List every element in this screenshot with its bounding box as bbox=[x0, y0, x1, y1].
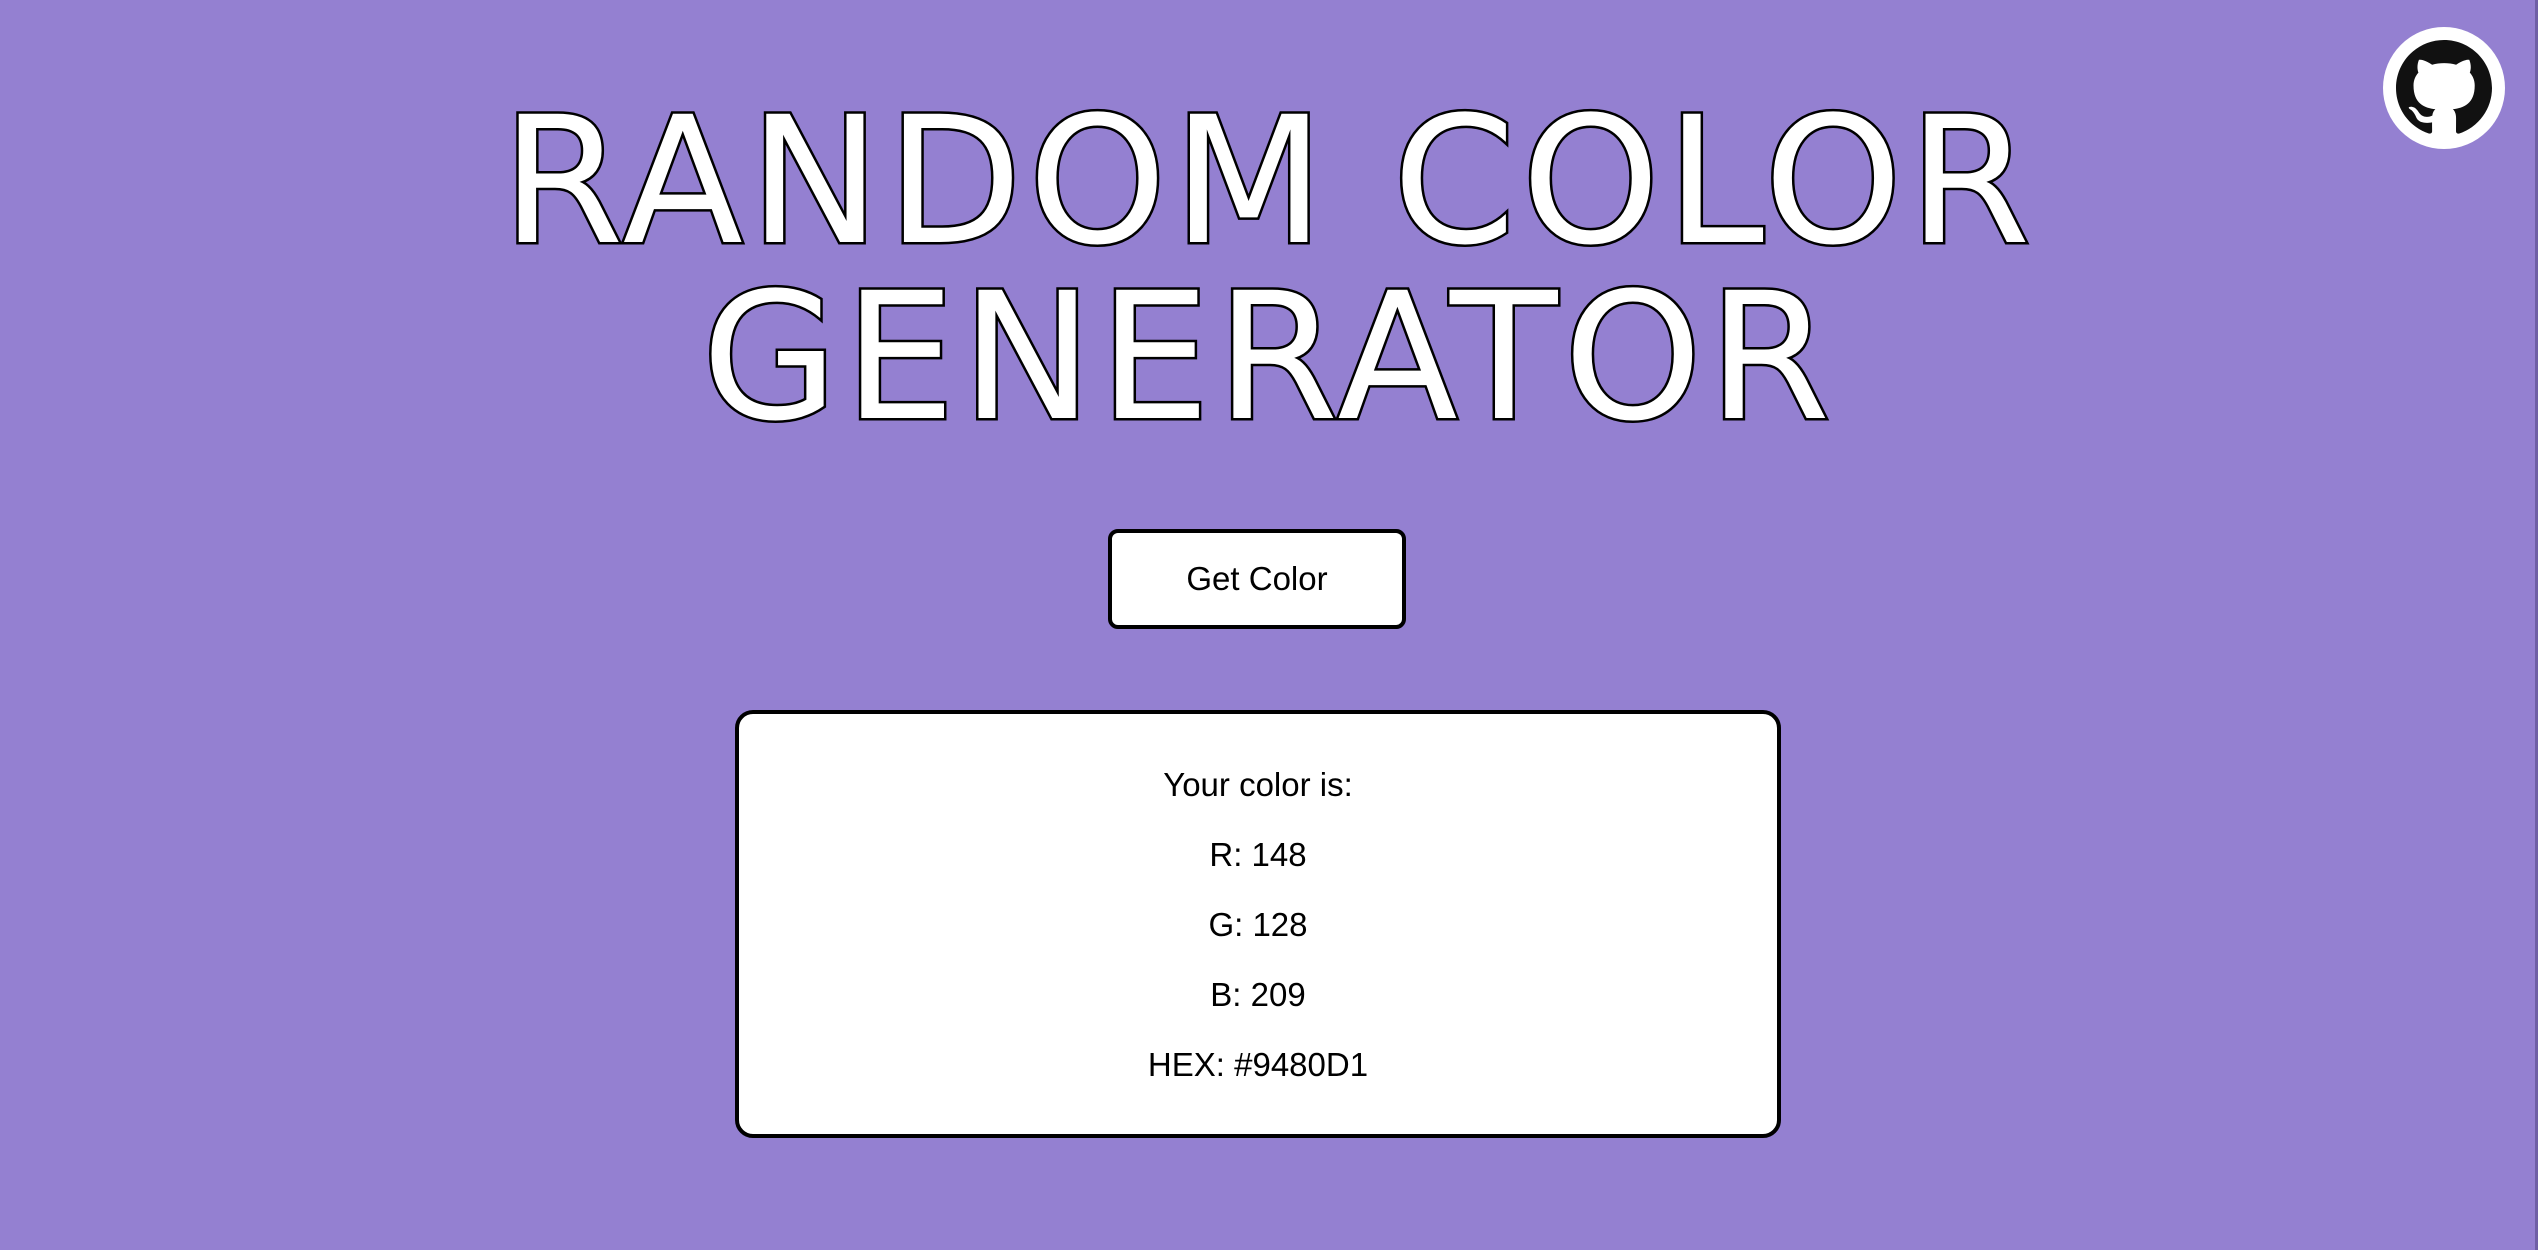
page-background: RANDOM COLOR GENERATOR Get Color Your co… bbox=[0, 0, 2538, 1250]
github-link[interactable] bbox=[2383, 27, 2505, 149]
page-title-line-2: GENERATOR bbox=[699, 255, 1837, 460]
github-icon bbox=[2396, 40, 2492, 134]
page-title-line-1: RANDOM COLOR bbox=[499, 79, 2037, 284]
blue-value: B: 209 bbox=[1210, 976, 1306, 1013]
red-value: R: 148 bbox=[1209, 836, 1307, 873]
get-color-button[interactable]: Get Color bbox=[1108, 529, 1406, 629]
hex-value: HEX: #9480D1 bbox=[1147, 1046, 1369, 1083]
color-result-card: Your color is: R: 148 G: 128 B: 209 HEX:… bbox=[735, 710, 1781, 1138]
result-heading: Your color is: bbox=[1163, 766, 1353, 803]
green-value: G: 128 bbox=[1208, 906, 1308, 943]
